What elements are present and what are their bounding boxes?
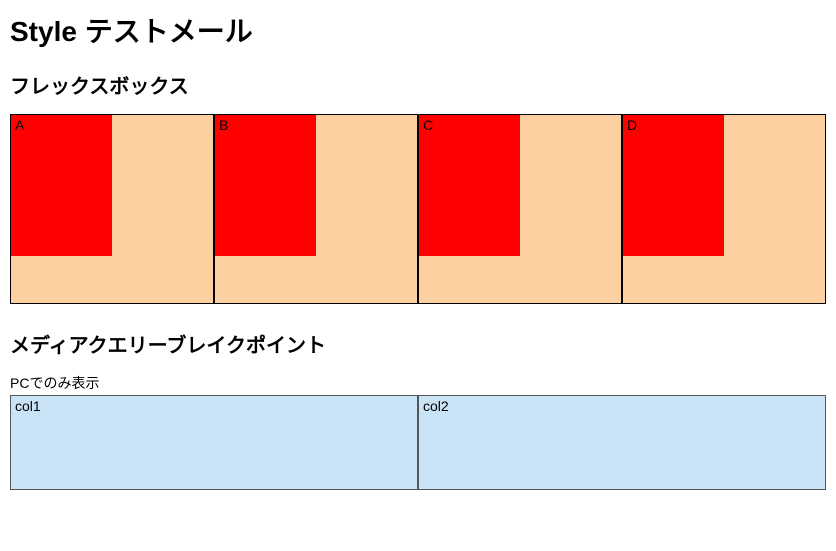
pc-only-label: PCでのみ表示	[10, 373, 826, 393]
flex-item: B	[214, 114, 418, 304]
flex-item: A	[10, 114, 214, 304]
flex-item: D	[622, 114, 826, 304]
flex-inner-label: C	[419, 115, 520, 256]
column-item: col1	[10, 395, 418, 490]
flex-inner-label: D	[623, 115, 724, 256]
mediaquery-heading: メディアクエリーブレイクポイント	[10, 329, 826, 358]
flex-inner-label: B	[215, 115, 316, 256]
flex-inner-label: A	[11, 115, 112, 256]
flexbox-container: A B C D	[10, 114, 826, 304]
page-title: Style テストメール	[10, 10, 826, 50]
flex-item: C	[418, 114, 622, 304]
flexbox-heading: フレックスボックス	[10, 70, 826, 99]
column-container: col1 col2	[10, 395, 826, 490]
column-item: col2	[418, 395, 826, 490]
